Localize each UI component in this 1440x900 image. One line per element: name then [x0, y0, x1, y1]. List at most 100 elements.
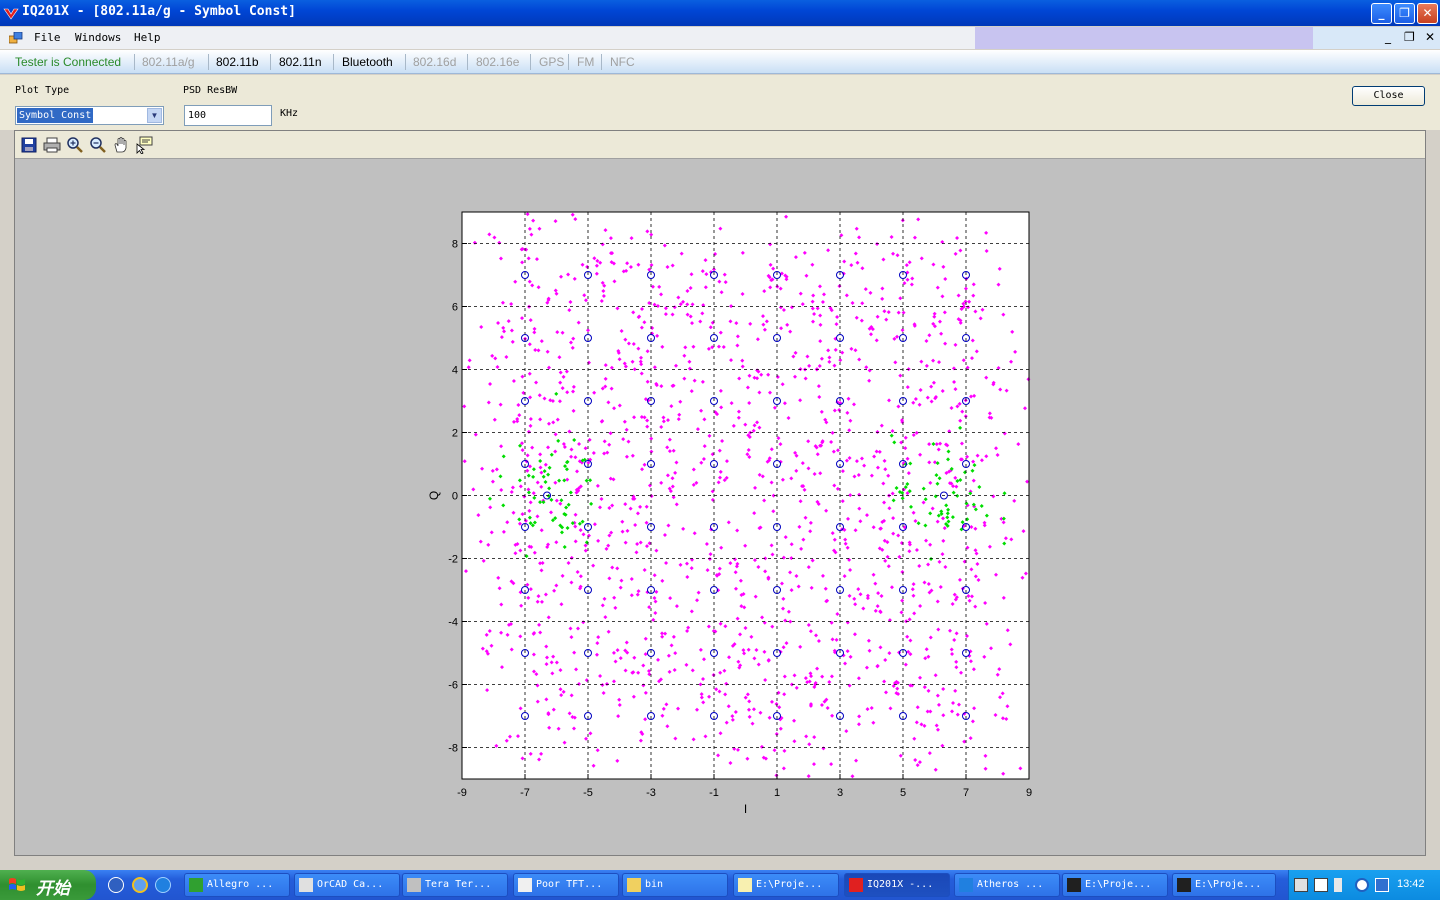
x-axis-label: I	[744, 802, 747, 816]
x-tick-label: 5	[900, 787, 906, 799]
input-method-icon[interactable]	[1334, 878, 1342, 892]
browser-icon[interactable]	[132, 877, 148, 893]
taskbar-item-label: bin	[645, 879, 664, 890]
y-tick-label: -6	[448, 680, 458, 692]
atheros-icon	[959, 878, 973, 892]
start-button[interactable]: 开始	[0, 870, 96, 900]
console-icon	[1067, 878, 1081, 892]
y-tick-label: 8	[452, 239, 458, 251]
folder-icon	[627, 878, 641, 892]
taskbar-item[interactable]: Tera Ter...	[402, 873, 508, 897]
menu-help[interactable]: Help	[134, 31, 161, 44]
title-bar[interactable]: IQ201X - [802.11a/g - Symbol Const] _ ❐ …	[0, 0, 1440, 26]
x-tick-label: -1	[709, 787, 719, 799]
y-tick-label: 2	[452, 428, 458, 440]
mdi-minimize-button[interactable]: _	[1385, 30, 1391, 44]
tab-802-16d[interactable]: 802.16d	[413, 55, 456, 69]
y-tick-label: -2	[448, 554, 458, 566]
menu-windows[interactable]: Windows	[75, 31, 121, 44]
refresh-icon[interactable]	[155, 877, 171, 893]
taskbar-item-label: Poor TFT...	[536, 879, 603, 890]
maximize-button[interactable]: ❐	[1394, 3, 1415, 24]
help-tray-icon[interactable]	[1314, 878, 1328, 892]
tab-separator	[134, 54, 135, 70]
tab-separator	[601, 54, 602, 70]
tab-bluetooth[interactable]: Bluetooth	[342, 55, 393, 69]
tab-separator	[270, 54, 271, 70]
tab-gps[interactable]: GPS	[539, 55, 564, 69]
mdi-restore-button[interactable]: ❐	[1404, 30, 1415, 44]
taskbar-item-label: E:\Proje...	[756, 879, 823, 890]
constellation-chart[interactable]: -9 -7 -5 -3 -1 1 3 5 7 9 -8 -6 -4 -2 0 2 4 6 8 I Q	[15, 131, 1425, 855]
plot-type-select[interactable]: Symbol Const ▼	[15, 106, 164, 125]
y-tick-label: 4	[452, 365, 458, 377]
close-button[interactable]: Close	[1352, 86, 1425, 106]
taskbar-item[interactable]: Poor TFT...	[513, 873, 619, 897]
taskbar-item-label: Allegro ...	[207, 879, 274, 890]
keyboard-icon[interactable]	[1294, 878, 1308, 892]
tab-separator	[467, 54, 468, 70]
mdi-close-button[interactable]: ✕	[1425, 30, 1435, 44]
taskbar-item[interactable]: E:\Proje...	[1062, 873, 1168, 897]
y-axis-label: Q	[427, 491, 441, 500]
menu-file[interactable]: File	[34, 31, 61, 44]
menu-bar-highlight-right	[1313, 27, 1440, 49]
iq-app-icon	[849, 878, 863, 892]
x-tick-label: -7	[520, 787, 530, 799]
plot-controls: Plot Type Symbol Const ▼ PSD ResBW 100 K…	[0, 75, 1440, 130]
taskbar-item[interactable]: E:\Proje...	[1172, 873, 1276, 897]
orcad-icon	[299, 878, 313, 892]
tab-separator	[405, 54, 406, 70]
taskbar-item-label: E:\Proje...	[1195, 879, 1262, 890]
minimize-button[interactable]: _	[1371, 3, 1392, 24]
resbw-input[interactable]: 100	[184, 105, 272, 126]
x-tick-label: -9	[457, 787, 467, 799]
tab-separator	[568, 54, 569, 70]
close-window-button[interactable]: ✕	[1417, 3, 1438, 24]
allegro-icon	[189, 878, 203, 892]
taskbar-item[interactable]: Atheros ...	[954, 873, 1060, 897]
taskbar-item[interactable]: bin	[622, 873, 728, 897]
tab-802-11n[interactable]: 802.11n	[279, 55, 322, 69]
y-tick-label: 0	[452, 491, 458, 503]
taskbar-item-label: IQ201X -...	[867, 879, 934, 890]
taskbar-item-label: Atheros ...	[977, 879, 1044, 890]
teraterm-icon	[407, 878, 421, 892]
mdi-window-icon[interactable]	[9, 32, 23, 44]
tab-802-11ag[interactable]: 802.11a/g	[142, 55, 195, 69]
x-tick-label: -3	[646, 787, 656, 799]
taskbar-item[interactable]: Allegro ...	[184, 873, 290, 897]
taskbar-item-label: Tera Ter...	[425, 879, 492, 890]
chevron-down-icon[interactable]: ▼	[147, 108, 162, 123]
taskbar-item[interactable]: IQ201X -...	[844, 873, 950, 897]
x-tick-label: 1	[774, 787, 780, 799]
notepad-icon	[738, 878, 752, 892]
resbw-unit: KHz	[280, 108, 299, 119]
app-logo-icon	[3, 8, 19, 20]
document-icon	[518, 878, 532, 892]
network-icon[interactable]	[1375, 878, 1389, 892]
tab-802-11b[interactable]: 802.11b	[216, 55, 259, 69]
technology-tabs: Tester is Connected 802.11a/g 802.11b 80…	[0, 50, 1440, 74]
resbw-label: PSD ResBW	[183, 85, 238, 96]
taskbar: 开始 Allegro ... OrCAD Ca... Tera Ter... Poor…	[0, 870, 1440, 900]
expand-tray-icon[interactable]	[1355, 878, 1369, 892]
taskbar-item[interactable]: E:\Proje...	[733, 873, 839, 897]
start-label: 开始	[36, 879, 70, 899]
plot-type-value: Symbol Const	[17, 108, 94, 123]
taskbar-item[interactable]: OrCAD Ca...	[294, 873, 400, 897]
taskbar-item-label: OrCAD Ca...	[317, 879, 384, 890]
y-tick-label: -8	[448, 743, 458, 755]
tab-separator	[208, 54, 209, 70]
help-icon[interactable]	[108, 877, 124, 893]
tester-status: Tester is Connected	[15, 55, 122, 69]
console-icon	[1177, 878, 1191, 892]
y-tick-label: -4	[448, 617, 458, 629]
tab-nfc[interactable]: NFC	[610, 55, 635, 69]
tab-fm[interactable]: FM	[577, 55, 594, 69]
menu-bar-highlight	[975, 27, 1313, 49]
y-tick-label: 6	[452, 302, 458, 314]
tab-802-16e[interactable]: 802.16e	[476, 55, 519, 69]
x-tick-label: 3	[837, 787, 843, 799]
menu-bar: File Windows Help _ ❐ ✕	[0, 27, 1440, 49]
